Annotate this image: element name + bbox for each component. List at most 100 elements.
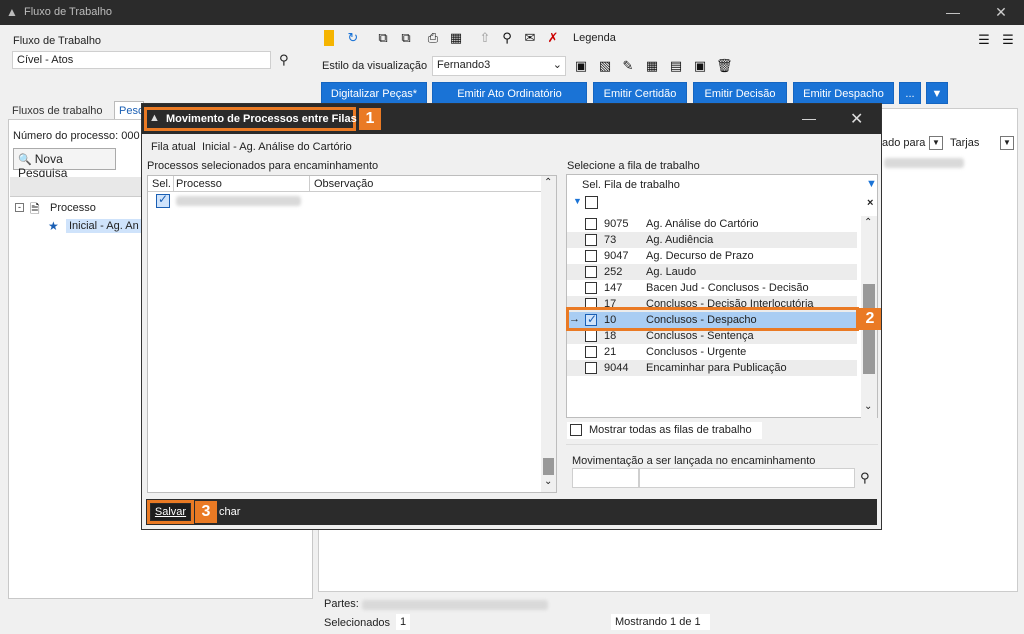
emitir-certidao-button[interactable]: Emitir Certidão <box>593 82 687 104</box>
clear-filter-x-icon[interactable]: × <box>867 197 873 209</box>
edit-icon[interactable]: ✎ <box>620 58 636 74</box>
queue-checkbox[interactable] <box>585 282 597 294</box>
selected-processes-grid[interactable]: Sel. Processo Observação ⌃ ⌄ <box>147 175 557 493</box>
legend-link[interactable]: Legenda <box>573 32 616 44</box>
row-checkbox[interactable] <box>156 192 170 208</box>
queue-checkbox[interactable] <box>585 234 597 246</box>
scroll-up-icon[interactable]: ⌃ <box>864 217 872 228</box>
filter-icon[interactable]: ▼ <box>573 196 582 206</box>
parts-value-blurred <box>362 600 548 610</box>
scroll-up-icon[interactable]: ⌃ <box>544 177 552 188</box>
show-all-checkbox[interactable] <box>570 424 582 436</box>
emitir-despacho-button[interactable]: Emitir Despacho <box>793 82 894 104</box>
dropdown-menu-icon[interactable]: ▼ <box>926 82 948 104</box>
queue-checkbox[interactable] <box>585 250 597 262</box>
column-header-ado-para[interactable]: ado para <box>882 137 927 149</box>
refresh-icon[interactable]: ↻ <box>345 30 361 46</box>
movement-search-icon[interactable]: ⚲ <box>860 470 870 486</box>
tree-child-item[interactable]: Inicial - Ag. An <box>66 219 142 233</box>
col-processo[interactable]: Processo <box>176 178 222 190</box>
print-icon[interactable]: ⎙ <box>425 30 441 46</box>
queue-row[interactable]: 21 Conclusos - Urgente <box>567 344 857 360</box>
flow-label: Fluxo de Trabalho <box>13 35 102 47</box>
table-row[interactable] <box>148 192 541 209</box>
select-all-checkbox[interactable] <box>585 196 598 209</box>
flow-input[interactable]: Cível - Atos <box>12 51 271 69</box>
trash-icon[interactable]: 🗑 <box>716 58 733 74</box>
archive-icon[interactable]: ▧ <box>597 58 613 74</box>
column-header-tarjas[interactable]: Tarjas <box>950 137 979 149</box>
dialog-minimize-button[interactable]: — <box>802 110 816 126</box>
clear-filter-icon[interactable]: ✗ <box>545 30 561 46</box>
queue-checkbox[interactable] <box>585 330 597 342</box>
col-divider <box>173 176 174 192</box>
minimize-button[interactable]: — <box>938 2 968 22</box>
tab-fluxos[interactable]: Fluxos de trabalho <box>12 105 103 117</box>
col-sel[interactable]: Sel. <box>152 178 171 190</box>
search-icon[interactable]: ⚲ <box>279 52 289 68</box>
col-queue-sel[interactable]: Sel. <box>582 179 601 191</box>
excel-icon[interactable]: ▦ <box>644 58 660 74</box>
floppy-icon[interactable]: ▣ <box>573 58 589 74</box>
tree-layout-alt-icon[interactable]: ☰ <box>1000 32 1016 48</box>
right-panel-title: Selecione a fila de trabalho <box>567 160 700 172</box>
notes-icon[interactable]: ▤ <box>668 58 684 74</box>
vertical-scrollbar[interactable]: ⌃ ⌄ <box>541 176 556 492</box>
queue-row[interactable]: 73 Ag. Audiência <box>567 232 857 248</box>
more-actions-button[interactable]: ... <box>899 82 921 104</box>
queue-name: Conclusos - Urgente <box>646 346 747 358</box>
tree-layout-icon[interactable]: ☰ <box>976 32 992 48</box>
close-dialog-button[interactable]: char <box>219 506 240 518</box>
upload-icon[interactable]: ⇧ <box>477 30 493 46</box>
grid-header: Sel. Processo Observação <box>148 176 541 192</box>
emitir-ato-button[interactable]: Emitir Ato Ordinatório <box>432 82 587 104</box>
tree-root-label[interactable]: Processo <box>50 202 96 214</box>
queue-checkbox[interactable] <box>585 266 597 278</box>
bookmark-icon[interactable] <box>324 30 334 46</box>
column-filter-dropdown-2[interactable]: ▼ <box>1000 136 1014 150</box>
emitir-decisao-button[interactable]: Emitir Decisão <box>693 82 787 104</box>
title-bar: ▲ Fluxo de Trabalho — ✕ <box>0 0 1024 25</box>
queue-id: 18 <box>604 330 617 342</box>
new-search-button[interactable]: 🔍 Nova Pesquisa <box>13 148 116 180</box>
queue-checkbox[interactable] <box>585 362 597 374</box>
copy-icon[interactable]: ⧉ <box>398 30 414 46</box>
show-all-toggle[interactable]: Mostrar todas as filas de trabalho <box>567 422 762 439</box>
tab-pesquisa[interactable]: Pesq <box>114 101 144 119</box>
scroll-thumb[interactable] <box>543 458 554 475</box>
queue-row[interactable]: 147 Bacen Jud - Conclusos - Decisão <box>567 280 857 296</box>
dialog-close-button[interactable]: ✕ <box>850 109 863 129</box>
queue-checkbox[interactable] <box>585 218 597 230</box>
queue-name: Ag. Laudo <box>646 266 697 278</box>
dialog-title: Movimento de Processos entre Filas <box>166 113 357 125</box>
close-window-button[interactable]: ✕ <box>986 2 1016 22</box>
col-observacao[interactable]: Observação <box>314 178 373 190</box>
parts-label: Partes: <box>324 598 359 610</box>
scroll-down-icon[interactable]: ⌄ <box>544 476 552 487</box>
tree-collapse-icon[interactable]: - <box>15 203 24 212</box>
selected-count: 1 <box>396 614 410 630</box>
queue-grid[interactable]: Sel. Fila de trabalho ▼ ▼ × 9075 Ag. Anál… <box>566 174 878 418</box>
copy-check-icon[interactable]: ⧉ <box>375 30 391 46</box>
col-queue-name[interactable]: Fila de trabalho <box>604 179 680 191</box>
queue-row[interactable]: 252 Ag. Laudo <box>567 264 857 280</box>
move-processes-dialog: ▲ Movimento de Processos entre Filas 1 —… <box>141 103 882 530</box>
queue-row[interactable]: 9044 Encaminhar para Publicação <box>567 360 857 376</box>
movement-code-input[interactable] <box>572 468 639 488</box>
view-style-select[interactable]: Fernando3 ⌄ <box>432 56 566 76</box>
queue-row[interactable]: 9047 Ag. Decurso de Prazo <box>567 248 857 264</box>
scroll-down-icon[interactable]: ⌄ <box>864 401 872 412</box>
queue-row[interactable]: 9075 Ag. Análise do Cartório <box>567 216 857 232</box>
column-filter-dropdown-1[interactable]: ▼ <box>929 136 943 150</box>
dialog-logo-icon: ▲ <box>149 112 160 124</box>
filter-toggle-icon[interactable]: ▼ <box>866 178 877 190</box>
movement-desc-input[interactable] <box>639 468 855 488</box>
monitor-icon[interactable]: ▣ <box>692 58 708 74</box>
process-number-label: Número do processo: 000 <box>13 130 140 142</box>
queue-checkbox[interactable] <box>585 346 597 358</box>
search-user-icon[interactable]: ⚲ <box>499 30 515 46</box>
save-button[interactable]: Salvar <box>151 504 190 520</box>
digitalizar-button[interactable]: Digitalizar Peças* <box>321 82 427 104</box>
save-doc-icon[interactable]: ▦ <box>448 30 464 46</box>
comment-icon[interactable]: ✉ <box>522 30 538 46</box>
